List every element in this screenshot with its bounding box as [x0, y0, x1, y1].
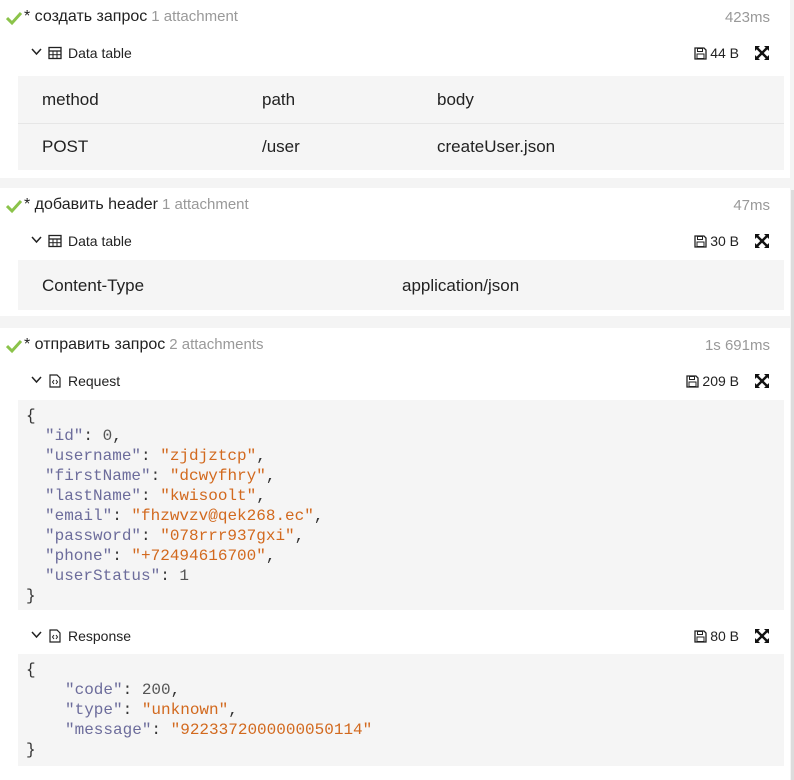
step-attachments-count: 1 attachment [161, 196, 249, 213]
request-body: { "id": 0, "username": "zjdjztcp", "firstN… [18, 400, 784, 610]
json-value: "unknown" [141, 701, 229, 719]
chevron-down-icon[interactable] [31, 236, 42, 244]
step-header[interactable]: * отправить запрос 2 attachments 1s 691ms [0, 328, 790, 364]
json-key: "email" [45, 507, 113, 525]
table-cell: Content-Type [42, 276, 145, 295]
json-value: "9223372000000050114" [170, 721, 373, 739]
step-create-request: * создать запрос 1 attachment 423ms Data … [0, 0, 790, 178]
table-row: method path body [18, 76, 784, 124]
attachment-size[interactable]: 30 B [694, 233, 739, 249]
save-icon[interactable] [694, 235, 707, 248]
json-key: "code" [65, 681, 123, 699]
step-title: * добавить header 1 attachment [24, 196, 249, 213]
json-key: "type" [65, 701, 123, 719]
table-row: Content-Type application/json [18, 262, 784, 309]
json-field: "lastName": "kwisoolt", [45, 487, 266, 505]
attachment-header[interactable]: Data table 44 B [0, 36, 790, 70]
data-table: method path body POST /user createUser.j… [18, 76, 784, 170]
attachment-size[interactable]: 80 B [694, 628, 739, 644]
json-field: "username": "zjdjztcp", [45, 447, 266, 465]
chevron-down-icon[interactable] [31, 48, 42, 56]
table-icon [48, 234, 62, 248]
check-icon [6, 199, 22, 214]
json-key: "lastName" [45, 487, 142, 505]
attachment-header-response[interactable]: Response 80 B [0, 619, 790, 653]
check-icon [6, 11, 22, 26]
table-icon [48, 46, 62, 60]
json-value: "078rrr937gxi" [160, 527, 295, 545]
json-brace: } [26, 587, 36, 605]
step-attachments-count: 1 attachment [151, 8, 238, 25]
json-key: "password" [45, 527, 142, 545]
code-file-icon [49, 629, 61, 643]
attachment-size[interactable]: 44 B [694, 45, 739, 61]
check-icon [6, 339, 22, 354]
step-header[interactable]: * добавить header 1 attachment 47ms [0, 188, 790, 224]
chevron-down-icon[interactable] [31, 631, 42, 639]
table-cell: createUser.json [437, 137, 556, 156]
json-field: "password": "078rrr937gxi", [45, 527, 305, 545]
attachment-title: Data table [68, 233, 132, 249]
step-title: * отправить запрос 2 attachments [24, 336, 264, 353]
json-key: "id" [45, 427, 84, 445]
json-brace: } [26, 741, 36, 759]
json-field: "userStatus": 1 [45, 567, 190, 585]
attachment-title: Data table [68, 45, 132, 61]
step-add-header: * добавить header 1 attachment 47ms Data … [0, 188, 790, 316]
json-field: "message": "9223372000000050114" [65, 721, 373, 739]
json-field: "phone": "+72494616700", [45, 547, 276, 565]
json-brace: { [26, 407, 36, 425]
json-value: "kwisoolt" [160, 487, 257, 505]
table-cell: /user [262, 137, 300, 156]
table-cell: POST [42, 137, 89, 156]
step-duration: 423ms [724, 9, 770, 26]
save-icon[interactable] [686, 375, 700, 388]
json-field: "code": 200, [65, 681, 181, 699]
table-cell: path [262, 90, 296, 109]
table-cell: application/json [402, 276, 520, 295]
save-icon[interactable] [694, 630, 707, 643]
response-body: { "code": 200, "type": "unknown", "message… [18, 654, 784, 766]
step-send-request: * отправить запрос 2 attachments 1s 691ms… [0, 328, 790, 780]
step-title: * создать запрос 1 attachment [24, 8, 238, 25]
chevron-down-icon[interactable] [31, 376, 42, 384]
json-key: "message" [65, 721, 152, 739]
expand-icon[interactable] [755, 629, 769, 643]
json-brace: { [26, 661, 36, 679]
step-duration: 1s 691ms [704, 337, 770, 354]
json-field: "firstName": "dcwyfhry", [45, 467, 276, 485]
attachment-title: Response [68, 628, 132, 644]
step-duration: 47ms [733, 197, 770, 214]
step-attachments-count: 2 attachments [169, 336, 264, 353]
save-icon[interactable] [694, 47, 707, 60]
attachment-header-request[interactable]: Request 209 B [0, 364, 790, 398]
expand-icon[interactable] [755, 234, 769, 248]
attachment-title: Request [68, 373, 121, 389]
json-value: "zjdjztcp" [160, 447, 257, 465]
data-table: Content-Type application/json [18, 260, 784, 310]
json-value: 200 [141, 681, 171, 699]
json-key: "phone" [45, 547, 113, 565]
json-value: "+72494616700" [131, 547, 266, 565]
json-key: "firstName" [45, 467, 151, 485]
json-value: 0 [102, 427, 113, 445]
json-value: "fhzwvzv@qek268.ec" [131, 507, 314, 525]
table-cell: body [437, 90, 474, 109]
json-key: "userStatus" [45, 567, 161, 585]
expand-icon[interactable] [755, 46, 769, 60]
json-field: "type": "unknown", [65, 701, 238, 719]
expand-icon[interactable] [755, 374, 769, 388]
attachment-header[interactable]: Data table 30 B [0, 224, 790, 258]
json-key: "username" [45, 447, 142, 465]
code-file-icon [49, 374, 61, 388]
attachment-size[interactable]: 209 B [686, 373, 739, 389]
step-header[interactable]: * создать запрос 1 attachment 423ms [0, 0, 790, 36]
json-field: "email": "fhzwvzv@qek268.ec", [45, 507, 324, 525]
json-value: "dcwyfhry" [169, 467, 266, 485]
table-row: POST /user createUser.json [18, 123, 784, 170]
table-cell: method [42, 90, 99, 109]
json-field: "id": 0, [45, 427, 122, 445]
json-value: 1 [179, 567, 190, 585]
